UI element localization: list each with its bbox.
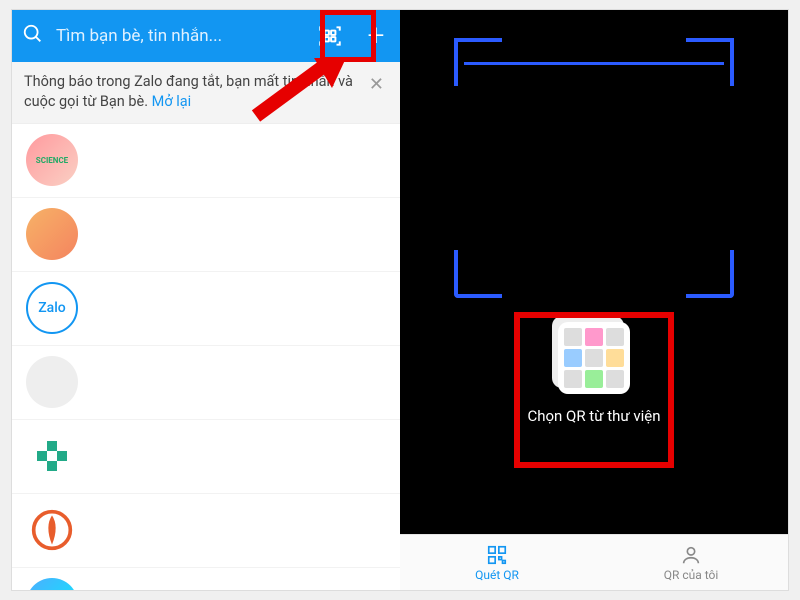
list-item[interactable] xyxy=(12,494,400,568)
close-icon[interactable]: ✕ xyxy=(365,72,388,97)
bottom-tab-bar: Quét QR QR của tôi xyxy=(400,534,788,590)
avatar xyxy=(26,430,78,482)
top-bar: Tìm bạn bè, tin nhắn... + xyxy=(12,10,400,62)
avatar xyxy=(26,134,78,186)
list-item[interactable] xyxy=(12,568,400,590)
list-item[interactable] xyxy=(12,346,400,420)
scan-viewfinder xyxy=(454,38,734,298)
person-icon xyxy=(680,544,702,566)
notification-text: Thông báo trong Zalo đang tắt, bạn mất t… xyxy=(24,72,357,113)
avatar xyxy=(26,578,78,590)
frame-corner-icon xyxy=(454,250,502,298)
qr-icon xyxy=(486,544,508,566)
gallery-button-label: Chọn QR từ thư viện xyxy=(521,406,667,426)
frame-corner-icon xyxy=(686,250,734,298)
tab-label: QR của tôi xyxy=(664,568,719,582)
add-button[interactable]: + xyxy=(362,21,390,51)
notif-text-1: Thông báo trong Zalo đang tắt, bạn xyxy=(24,73,254,90)
tab-label: Quét QR xyxy=(475,568,519,582)
notification-banner: Thông báo trong Zalo đang tắt, bạn mất t… xyxy=(12,62,400,124)
choose-from-gallery-button[interactable]: Chọn QR từ thư viện xyxy=(521,322,667,426)
gallery-thumbnail-icon xyxy=(558,322,630,394)
zalo-chat-list-screen: Tìm bạn bè, tin nhắn... + Thông báo tron… xyxy=(12,10,400,590)
search-icon[interactable] xyxy=(22,23,44,49)
list-item[interactable] xyxy=(12,420,400,494)
scan-line xyxy=(464,62,724,65)
tab-my-qr[interactable]: QR của tôi xyxy=(594,535,788,590)
avatar: Zalo xyxy=(26,282,78,334)
group-avatar xyxy=(26,356,78,408)
qr-scanner-screen: Chọn QR từ thư viện Quét QR QR của tôi xyxy=(400,10,788,590)
list-item[interactable] xyxy=(12,124,400,198)
avatar xyxy=(26,504,78,556)
notification-reopen-link[interactable]: Mở lại xyxy=(152,93,192,110)
list-item[interactable] xyxy=(12,198,400,272)
search-input[interactable]: Tìm bạn bè, tin nhắn... xyxy=(56,26,298,46)
tab-scan-qr[interactable]: Quét QR xyxy=(400,535,594,590)
avatar xyxy=(26,208,78,260)
list-item[interactable]: Zalo xyxy=(12,272,400,346)
contact-list: Zalo xyxy=(12,124,400,590)
zalo-logo-text: Zalo xyxy=(38,300,66,316)
qr-scan-button[interactable] xyxy=(310,16,350,56)
